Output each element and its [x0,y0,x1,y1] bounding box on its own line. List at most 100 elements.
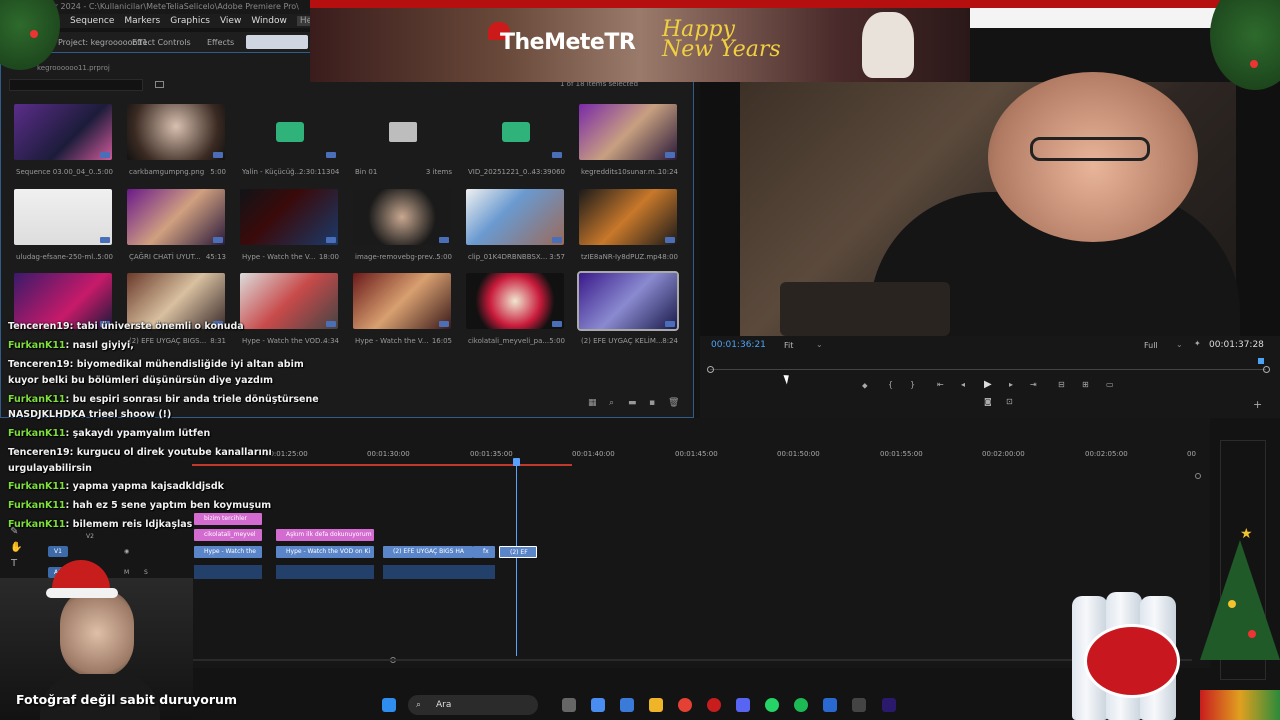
mark-out-icon[interactable]: } [910,380,915,389]
timeline-clip[interactable]: Aşkım ilk defa dokunuyorum [276,529,374,541]
timeline-clip[interactable]: (2) EFE UYGAÇ BIGS HA [383,546,473,558]
play-icon[interactable]: ▶ [984,379,992,390]
menu-window[interactable]: Window [251,16,287,26]
timeline-clip[interactable]: cikolatali_meyvel [194,529,262,541]
file-explorer-icon[interactable] [649,698,663,712]
bin-item-thumbnail[interactable] [353,189,451,245]
vertical-scroll-handle[interactable] [1195,473,1201,479]
menu-sequence[interactable]: Sequence [70,16,114,26]
marker-icon[interactable]: ⬥ [862,381,868,391]
snipping-icon[interactable] [620,698,634,712]
mute-toggle[interactable]: M [124,569,129,576]
program-scrubber[interactable] [710,369,1266,370]
timeline-clip[interactable]: Hype - Watch the [194,546,262,558]
tab-effect-controls[interactable]: Effect Controls [132,38,191,47]
track-v1-target[interactable]: V1 [48,546,68,557]
lift-icon[interactable]: ⊟ [1058,380,1065,389]
add-button-icon[interactable]: + [1253,398,1262,411]
audio-clip[interactable] [194,565,262,579]
step-back-icon[interactable]: ◂ [961,380,965,389]
bin-item-thumbnail[interactable] [353,273,451,329]
bin-item-thumbnail[interactable] [127,104,225,160]
garland-top-right [1210,0,1280,90]
menu-markers[interactable]: Markers [124,16,160,26]
timeline-clip-selected[interactable]: (2) EF [499,546,537,558]
settings-wrench-icon[interactable]: ✦ [1194,339,1201,348]
quality-select[interactable]: Full [1144,341,1158,350]
timeline-scrollbar[interactable] [192,659,1192,661]
menu-view[interactable]: View [220,16,241,26]
ruler-tick: 00 [1187,450,1196,458]
export-frame-icon[interactable]: ◙ [984,397,992,406]
bin-item-thumbnail[interactable] [14,189,112,245]
windows-start-icon[interactable] [382,698,396,712]
playhead[interactable] [516,460,517,656]
bin-item-thumbnail[interactable] [240,104,338,160]
chat-message: FurkanK11: bu espiri sonrası bir anda tr… [8,394,319,405]
store-icon[interactable] [823,698,837,712]
bin-item-thumbnail[interactable] [466,189,564,245]
find-icon[interactable]: ⌕ [609,398,614,408]
star-icon: ★ [1240,526,1253,542]
bin-item-thumbnail[interactable] [14,104,112,160]
chrome-icon[interactable] [678,698,692,712]
bin-item-thumbnail[interactable] [577,271,679,331]
zoom-chevron-icon: ⌄ [816,340,823,349]
eye-icon[interactable]: ◉ [124,548,129,555]
spotify-icon[interactable] [794,698,808,712]
go-to-in-icon[interactable]: ⇤ [937,380,944,389]
hand-tool-icon[interactable]: ✋ [10,542,22,553]
bin-item-thumbnail[interactable] [127,189,225,245]
timeline-clip[interactable]: Hype - Watch the VOD on Ki [276,546,374,558]
bin-item-duration: 43:39060 [531,168,565,176]
timeline-clip[interactable]: fx [473,546,495,558]
bin-item-thumbnail[interactable] [240,273,338,329]
scrubber-start-handle[interactable] [707,366,714,373]
type-tool-icon[interactable]: T [11,558,17,569]
bin-item-duration: 5:00 [210,168,226,176]
app-icon[interactable] [852,698,866,712]
extract-icon[interactable]: ⊞ [1082,380,1089,389]
opera-icon[interactable] [707,698,721,712]
media-type-badge [100,237,110,243]
bin-item-duration: 5:00 [97,253,113,261]
go-to-out-icon[interactable]: ⇥ [1030,380,1037,389]
bin-item-thumbnail[interactable] [240,189,338,245]
zoom-select[interactable]: Fit [784,341,793,350]
media-type-badge [552,152,562,158]
bin-item-thumbnail[interactable] [579,189,677,245]
media-type-badge [326,321,336,327]
trash-icon[interactable]: 🗑 [668,398,679,408]
bin-item-thumbnail[interactable] [579,104,677,160]
ornament-icon [1228,600,1236,608]
new-bin-footer-icon[interactable]: ▬ [628,398,637,408]
new-bin-icon[interactable] [155,81,164,88]
taskbar-search[interactable]: ⌕ Ara [408,695,538,715]
comparison-view-icon[interactable]: ▭ [1106,380,1114,389]
whatsapp-icon[interactable] [765,698,779,712]
step-forward-icon[interactable]: ▸ [1009,380,1013,389]
new-item-icon[interactable]: ▪ [649,398,655,408]
multi-camera-icon[interactable]: ⊡ [1006,397,1013,406]
bin-item-thumbnail[interactable] [466,104,564,160]
audio-clip[interactable] [383,565,495,579]
scrubber-end-handle[interactable] [1263,366,1270,373]
mark-in-icon[interactable]: { [888,380,893,389]
discord-icon[interactable] [736,698,750,712]
freeform-view-icon[interactable]: ▦ [588,398,597,408]
search-input[interactable] [9,79,143,91]
bin-item-duration: 3:57 [549,253,565,261]
bin-item-thumbnail[interactable] [353,104,451,160]
premiere-pro-icon[interactable] [882,698,896,712]
solo-toggle[interactable]: S [144,569,148,576]
bin-item-thumbnail[interactable] [466,273,564,329]
track-v2-label[interactable]: V2 [86,533,94,540]
audio-clip[interactable] [276,565,374,579]
playhead-marker[interactable] [1258,358,1264,364]
menu-graphics[interactable]: Graphics [170,16,210,26]
copilot-icon[interactable] [591,698,605,712]
task-view-icon[interactable] [562,698,576,712]
timeline-clip[interactable]: bizim tercihler [194,513,262,525]
tab-effects[interactable]: Effects [207,38,234,47]
timeline-ruler[interactable]: 00:01:25:00 00:01:30:00 00:01:35:00 00:0… [192,446,1196,466]
